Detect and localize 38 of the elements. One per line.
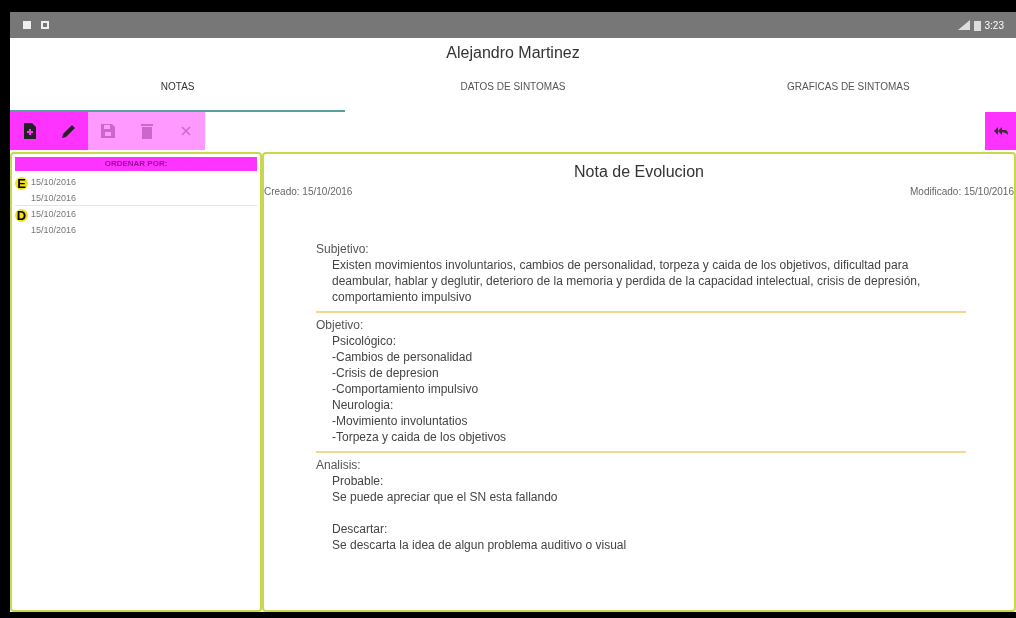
note-date: 15/10/2016 — [31, 177, 77, 187]
patient-name: Alejandro Martinez — [445, 43, 581, 62]
note-text: Probable: — [332, 473, 385, 489]
note-text: Se puede apreciar que el SN esta fallando — [332, 489, 559, 505]
section-label: Subjetivo: — [316, 241, 370, 257]
modified-date: Modificado: 15/10/2016 — [910, 185, 1014, 199]
save-icon — [98, 122, 117, 140]
reply-all-icon — [993, 126, 1008, 136]
battery-icon — [973, 19, 981, 31]
tab[interactable]: DATOS DE SINTOMAS — [345, 62, 681, 112]
note-text: Neurologia: — [332, 397, 395, 413]
tab[interactable]: GRAFICAS DE SINTOMAS — [680, 62, 1016, 112]
section-label: Objetivo: — [316, 317, 365, 333]
note-text: -Crisis de depresion — [332, 365, 440, 381]
note-date: 15/10/2016 — [31, 225, 77, 235]
note-text: -Movimiento involuntatios — [332, 413, 469, 429]
note-title: Nota de Evolucion — [573, 162, 705, 182]
clock-time: 3:23 — [984, 18, 1004, 33]
note-letter-badge: E — [15, 177, 28, 190]
note-text: Descartar: — [332, 521, 389, 537]
note-text: Psicológico: — [332, 333, 398, 349]
note-date: 15/10/2016 — [31, 209, 77, 219]
edit-button[interactable] — [49, 112, 88, 150]
note-text: Se descarta la idea de algun problema auditivo o visual — [332, 537, 628, 553]
pencil-icon — [59, 122, 78, 140]
note-letter-badge: D — [15, 209, 28, 222]
note-text: -Comportamiento impulsivo — [332, 381, 480, 397]
note-text: Existen movimientos involuntarios, cambios de personalidad, torpeza y caida de los objetivos, dificultad para deambular, hablar y deglutir, deterioro de la memoria y perdida de la capacidad intelectual, crisis de depresión, comportamiento impulsivo — [332, 257, 922, 305]
note-text: -Torpeza y caida de los objetivos — [332, 429, 508, 445]
note-date: 15/10/2016 — [31, 193, 77, 203]
notification-icon — [22, 20, 32, 30]
notification-icon — [40, 20, 50, 30]
created-date: Creado: 15/10/2016 — [264, 185, 353, 199]
note-text: -Cambios de personalidad — [332, 349, 474, 365]
signal-icon — [957, 20, 970, 30]
reply-button[interactable] — [985, 112, 1016, 150]
section-label: Analisis: — [316, 457, 362, 473]
new-button[interactable] — [10, 112, 49, 150]
